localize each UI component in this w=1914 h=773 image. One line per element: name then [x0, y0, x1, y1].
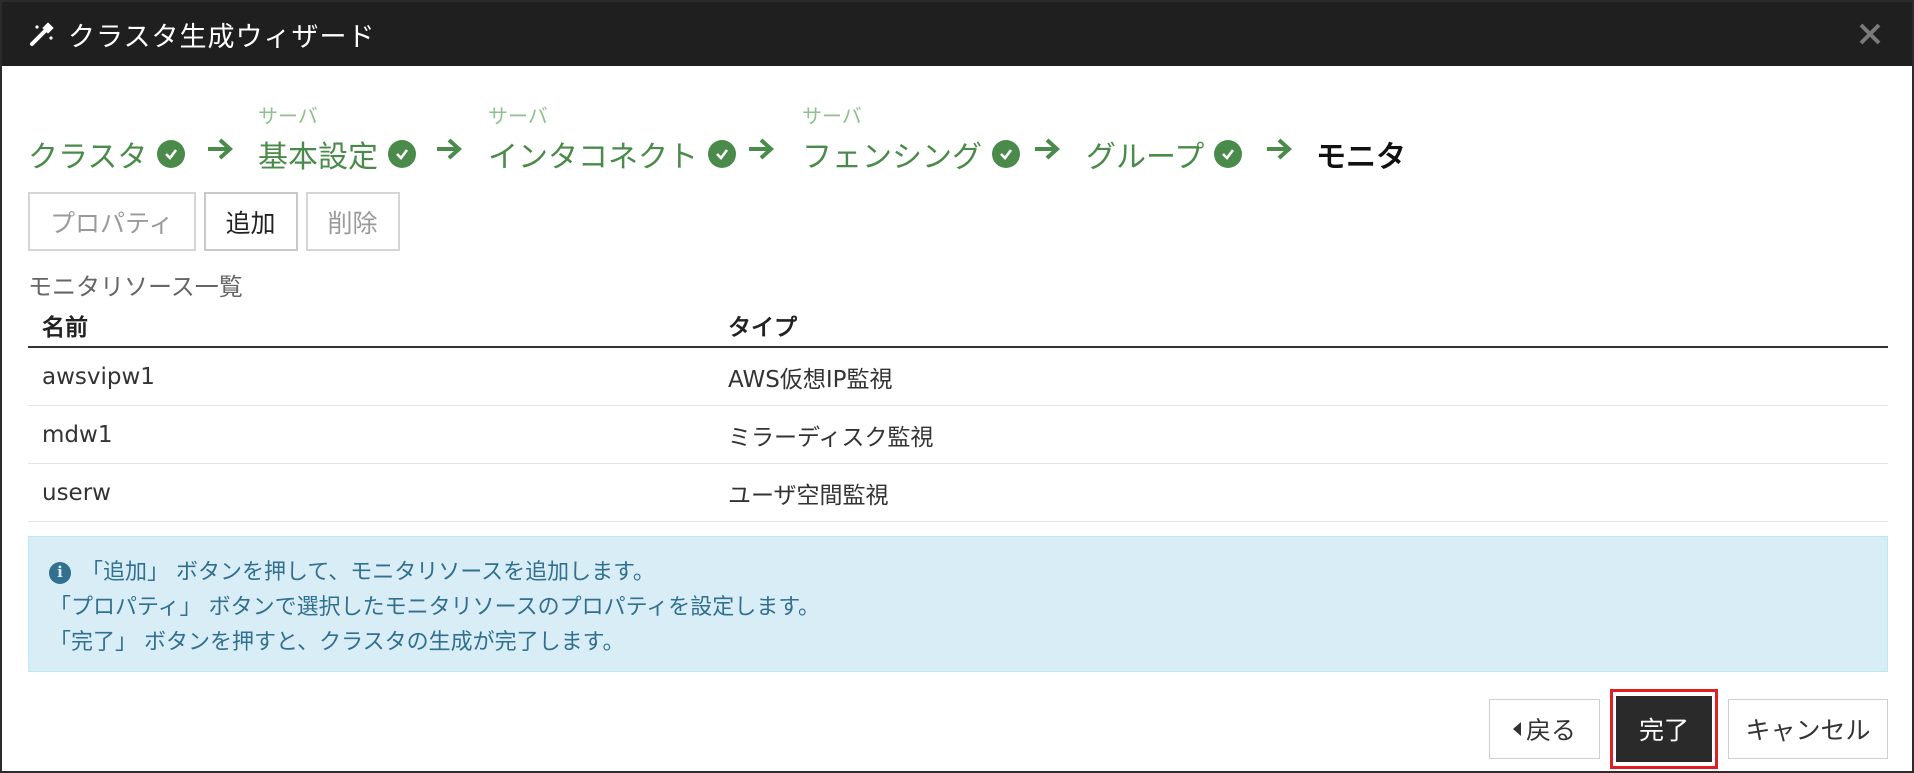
cell-type: ミラーディスク監視 [728, 424, 934, 451]
arrow-right-icon [437, 138, 462, 160]
step-label: フェンシング [802, 140, 982, 175]
wizard-dialog: クラスタ生成ウィザード クラスタ サーバ 基本設定 サーバ インタコネクト サー… [0, 0, 1914, 773]
column-header-type[interactable]: タイプ [728, 308, 797, 342]
finish-highlight: 完了 [1610, 689, 1718, 769]
info-line: 「プロパティ」 ボタンで選択したモニタリソースのプロパティを設定します。 [49, 590, 1867, 625]
check-circle-icon [1214, 140, 1243, 168]
cell-type: AWS仮想IP監視 [728, 366, 893, 393]
step-label: インタコネクト [488, 140, 698, 175]
caret-left-icon [1512, 722, 1521, 736]
arrow-right-icon [1267, 138, 1292, 160]
step-label: グループ [1086, 140, 1205, 175]
table-row[interactable]: mdw1 ミラーディスク監視 [28, 406, 1888, 464]
info-icon: i [49, 561, 71, 584]
dialog-title: クラスタ生成ウィザード [68, 21, 376, 53]
table-row[interactable]: awsvipw1 AWS仮想IP監視 [28, 348, 1888, 406]
cell-name: mdw1 [42, 421, 113, 448]
step-label: クラスタ [28, 140, 148, 175]
cell-name: awsvipw1 [42, 363, 155, 390]
arrow-right-icon [208, 138, 233, 160]
monitor-list-title: モニタリソース一覧 [28, 273, 243, 301]
cell-type: ユーザ空間監視 [728, 482, 889, 509]
info-box: i 「追加」 ボタンを押して、モニタリソースを追加します。 「プロパティ」 ボタ… [28, 536, 1888, 672]
info-text: 「プロパティ」 ボタンで選択したモニタリソースのプロパティを設定します。 [49, 595, 821, 620]
info-line: i 「追加」 ボタンを押して、モニタリソースを追加します。 [49, 555, 1867, 590]
add-button[interactable]: 追加 [203, 192, 298, 251]
finish-button[interactable]: 完了 [1616, 696, 1712, 762]
properties-button[interactable]: プロパティ [28, 192, 196, 251]
table-header: 名前 タイプ [28, 304, 1888, 348]
arrow-right-icon [749, 138, 774, 160]
check-circle-icon [157, 140, 186, 168]
cancel-button[interactable]: キャンセル [1728, 699, 1888, 759]
step-sub-label: サーバ [488, 104, 548, 128]
step-label: 基本設定 [258, 140, 378, 175]
monitor-resource-table: 名前 タイプ awsvipw1 AWS仮想IP監視 mdw1 ミラーディスク監視… [28, 304, 1888, 522]
back-button[interactable]: 戻る [1489, 699, 1600, 759]
info-text: 「追加」 ボタンを押して、モニタリソースを追加します。 [81, 560, 655, 585]
check-circle-icon [388, 140, 416, 168]
back-button-label: 戻る [1525, 716, 1576, 745]
resource-toolbar: プロパティ 追加 削除 [28, 192, 400, 251]
title-bar: クラスタ生成ウィザード [2, 2, 1912, 66]
wizard-steps: クラスタ サーバ 基本設定 サーバ インタコネクト サーバ フェンシング グルー… [28, 100, 1528, 175]
check-circle-icon [708, 140, 736, 168]
delete-button[interactable]: 削除 [305, 192, 400, 251]
cell-name: userw [42, 479, 111, 506]
info-text: 「完了」 ボタンを押すと、クラスタの生成が完了します。 [49, 630, 625, 655]
check-circle-icon [992, 140, 1020, 168]
dialog-footer: 戻る 完了 キャンセル [1489, 689, 1888, 769]
step-sub-label: サーバ [802, 104, 862, 128]
step-sub-label: サーバ [258, 104, 318, 128]
table-row[interactable]: userw ユーザ空間監視 [28, 464, 1888, 522]
info-line: 「完了」 ボタンを押すと、クラスタの生成が完了します。 [49, 625, 1867, 660]
close-icon[interactable] [1852, 16, 1888, 52]
arrow-right-icon [1035, 138, 1060, 160]
step-label-current: モニタ [1316, 140, 1406, 175]
magic-wand-icon [28, 20, 56, 48]
column-header-name[interactable]: 名前 [42, 308, 88, 342]
